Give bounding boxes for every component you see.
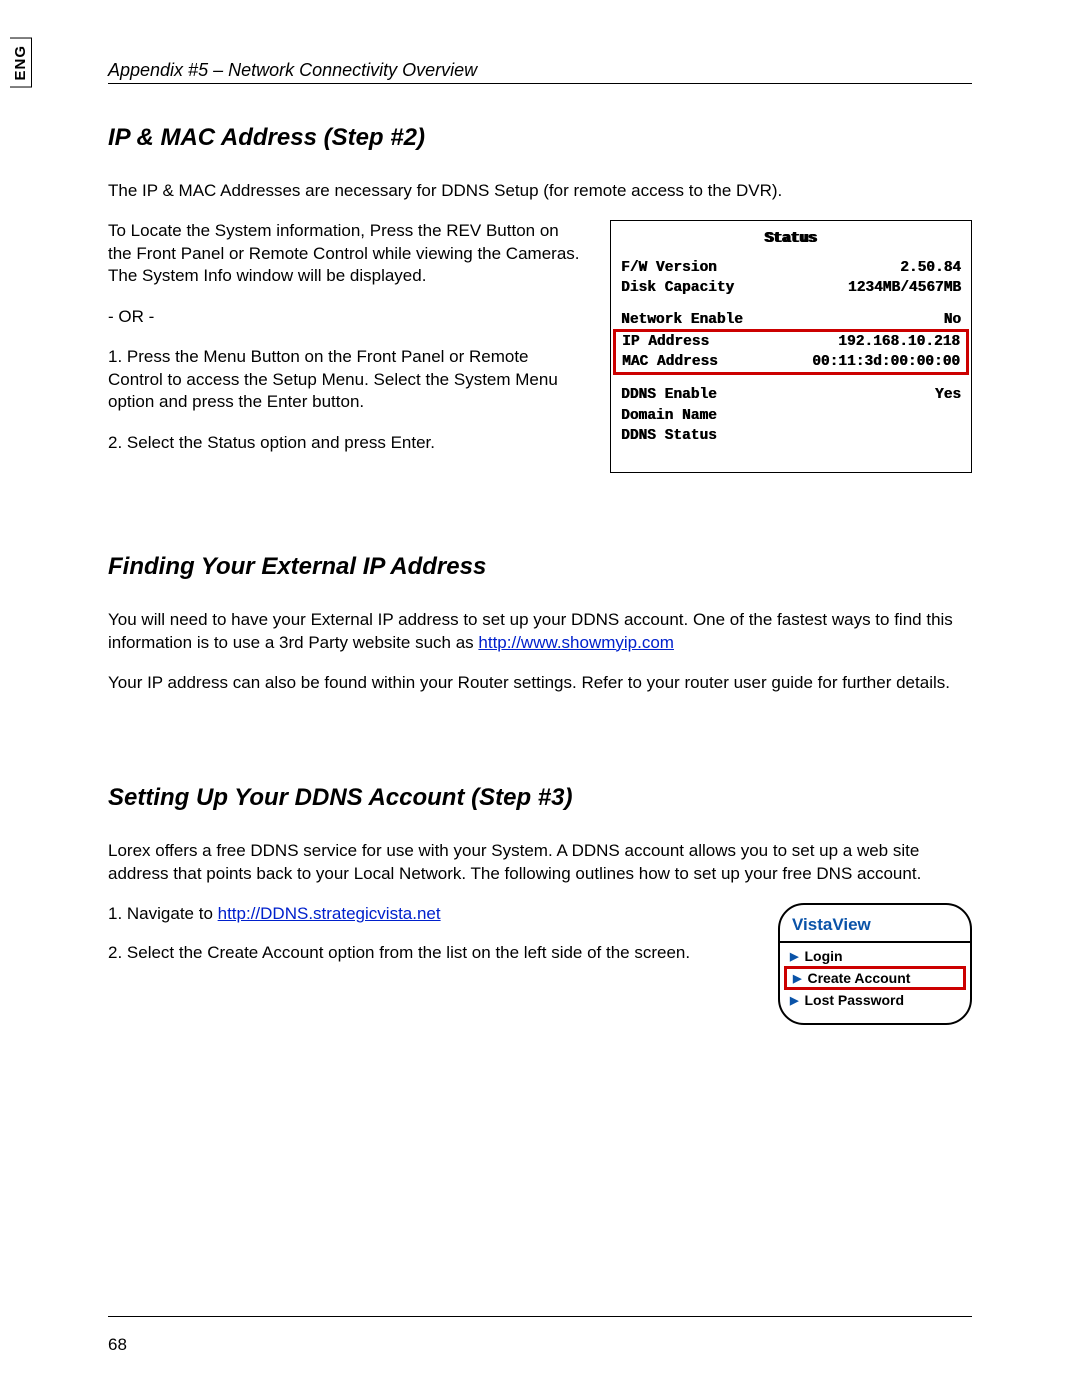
- sec1-intro: The IP & MAC Addresses are necessary for…: [108, 180, 972, 202]
- header-rule: [108, 83, 972, 84]
- sec2-p2: Your IP address can also be found within…: [108, 672, 972, 694]
- status-ip-value: 192.168.10.218: [838, 332, 960, 352]
- sec1-or: - OR -: [108, 306, 586, 328]
- vistaview-create-account[interactable]: ▶ Create Account: [784, 966, 966, 990]
- status-highlight-box: IP Address 192.168.10.218 MAC Address 00…: [613, 329, 969, 376]
- sec2-p1: You will need to have your External IP a…: [108, 609, 972, 654]
- sec3-step1-text: 1. Navigate to: [108, 904, 218, 923]
- status-row-domain: Domain Name: [621, 406, 961, 426]
- vistaview-lost-label: Lost Password: [804, 992, 904, 1008]
- sec3-step2: 2. Select the Create Account option from…: [108, 942, 758, 964]
- showmyip-link[interactable]: http://www.showmyip.com: [478, 633, 674, 652]
- status-disk-value: 1234MB/4567MB: [848, 278, 961, 298]
- status-row-ddns-enable: DDNS Enable Yes: [621, 385, 961, 405]
- section-ddns-title: Setting Up Your DDNS Account (Step #3): [108, 784, 972, 812]
- footer-rule: [108, 1316, 972, 1317]
- status-row-fw: F/W Version 2.50.84: [621, 258, 961, 278]
- status-ddns-enable-label: DDNS Enable: [621, 385, 717, 405]
- status-panel: Status F/W Version 2.50.84 Disk Capacity…: [610, 220, 972, 473]
- vistaview-create-label: Create Account: [807, 970, 910, 986]
- triangle-icon: ▶: [790, 950, 798, 963]
- status-ddns-enable-value: Yes: [935, 385, 961, 405]
- vistaview-rule: [780, 941, 970, 943]
- page-number: 68: [108, 1335, 127, 1355]
- sec3-intro: Lorex offers a free DDNS service for use…: [108, 840, 972, 885]
- section-ip-mac-title: IP & MAC Address (Step #2): [108, 124, 972, 152]
- sec1-step1: 1. Press the Menu Button on the Front Pa…: [108, 346, 586, 413]
- status-fw-value: 2.50.84: [900, 258, 961, 278]
- vistaview-login[interactable]: ▶ Login: [780, 945, 970, 967]
- status-row-network: Network Enable No: [621, 310, 961, 330]
- ddns-link[interactable]: http://DDNS.strategicvista.net: [218, 904, 441, 923]
- status-fw-label: F/W Version: [621, 258, 717, 278]
- sec3-step1: 1. Navigate to http://DDNS.strategicvist…: [108, 903, 758, 925]
- section-external-ip-title: Finding Your External IP Address: [108, 553, 972, 581]
- status-mac-label: MAC Address: [622, 352, 718, 372]
- sec1-step2: 2. Select the Status option and press En…: [108, 432, 586, 454]
- status-domain-label: Domain Name: [621, 406, 717, 426]
- status-disk-label: Disk Capacity: [621, 278, 734, 298]
- status-row-ip: IP Address 192.168.10.218: [622, 332, 960, 352]
- vistaview-panel: VistaView ▶ Login ▶ Create Account ▶ Los…: [778, 903, 972, 1025]
- triangle-icon: ▶: [790, 994, 798, 1007]
- appendix-header: Appendix #5 – Network Connectivity Overv…: [108, 60, 972, 81]
- triangle-icon: ▶: [793, 972, 801, 985]
- status-ip-label: IP Address: [622, 332, 709, 352]
- status-mac-value: 00:11:3d:00:00:00: [812, 352, 960, 372]
- status-row-mac: MAC Address 00:11:3d:00:00:00: [622, 352, 960, 372]
- status-network-value: No: [944, 310, 961, 330]
- vistaview-title: VistaView: [780, 913, 970, 941]
- sec1-locate: To Locate the System information, Press …: [108, 220, 586, 287]
- status-row-disk: Disk Capacity 1234MB/4567MB: [621, 278, 961, 298]
- status-network-label: Network Enable: [621, 310, 743, 330]
- status-ddns-status-label: DDNS Status: [621, 426, 717, 446]
- vistaview-lost-password[interactable]: ▶ Lost Password: [780, 989, 970, 1011]
- language-tab: ENG: [10, 38, 32, 88]
- status-panel-title: Status: [621, 229, 961, 249]
- vistaview-login-label: Login: [804, 948, 842, 964]
- status-row-ddns-status: DDNS Status: [621, 426, 961, 446]
